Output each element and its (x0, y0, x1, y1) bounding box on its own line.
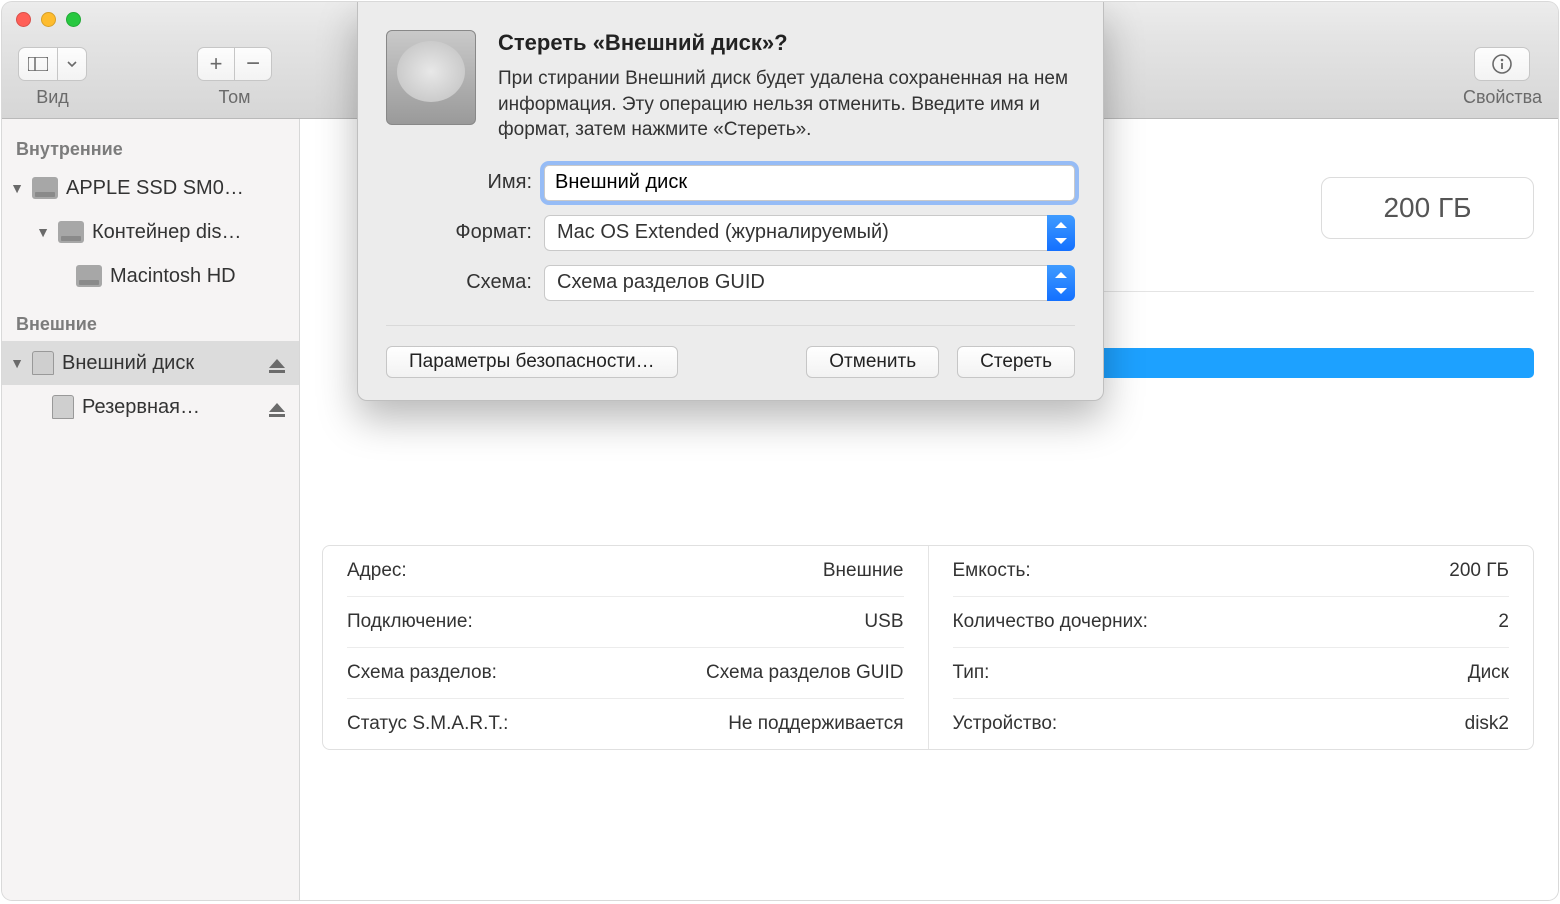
info-row-connection: Подключение:USB (347, 597, 904, 648)
eject-icon[interactable] (269, 359, 285, 368)
view-dropdown-button[interactable] (57, 47, 87, 81)
eject-icon[interactable] (269, 403, 285, 412)
select-caret-icon (1047, 265, 1075, 301)
cancel-button[interactable]: Отменить (806, 346, 939, 378)
info-row-capacity: Емкость:200 ГБ (953, 546, 1510, 597)
view-label: Вид (36, 87, 69, 108)
sheet-description: При стирании Внешний диск будет удалена … (498, 66, 1075, 143)
sidebar-item-label: APPLE SSD SM0… (66, 177, 244, 200)
info-row-scheme: Схема разделов:Схема разделов GUID (347, 648, 904, 699)
info-row-address: Адрес:Внешние (347, 546, 904, 597)
sidebar-item-apple-ssd[interactable]: ▼ APPLE SSD SM0… (2, 166, 299, 210)
sidebar-item-macintosh-hd[interactable]: Macintosh HD (2, 254, 299, 298)
info-panel: Адрес:Внешние Подключение:USB Схема разд… (322, 545, 1534, 750)
info-row-type: Тип:Диск (953, 648, 1510, 699)
capacity-badge: 200 ГБ (1321, 177, 1534, 239)
scheme-label: Схема: (386, 271, 544, 294)
sidebar-header-external: Внешние (2, 308, 299, 341)
sidebar-item-label: Macintosh HD (110, 265, 236, 288)
info-label: Свойства (1463, 87, 1542, 108)
volume-icon (76, 265, 102, 287)
name-input[interactable] (544, 165, 1075, 201)
security-options-button[interactable]: Параметры безопасности… (386, 346, 678, 378)
info-row-device: Устройство:disk2 (953, 699, 1510, 749)
sidebar-item-label: Контейнер dis… (92, 221, 241, 244)
internal-disk-icon (32, 177, 58, 199)
sidebar: Внутренние ▼ APPLE SSD SM0… ▼ Контейнер … (2, 119, 300, 900)
external-disk-icon (32, 351, 54, 375)
external-volume-icon (52, 395, 74, 419)
chevron-down-icon (67, 61, 77, 68)
sidebar-item-backup[interactable]: Резервная… (2, 385, 299, 429)
disclosure-triangle-icon[interactable]: ▼ (10, 180, 24, 196)
remove-volume-button[interactable]: − (234, 47, 272, 81)
info-row-children: Количество дочерних:2 (953, 597, 1510, 648)
scheme-select[interactable]: Схема разделов GUID (544, 265, 1075, 301)
sidebar-item-container[interactable]: ▼ Контейнер dis… (2, 210, 299, 254)
info-icon (1491, 53, 1513, 75)
erase-sheet: Стереть «Внешний диск»? При стирании Вне… (357, 2, 1104, 401)
format-select[interactable]: Mac OS Extended (журналируемый) (544, 215, 1075, 251)
container-disk-icon (58, 221, 84, 243)
volume-label: Том (219, 87, 251, 108)
view-sidebar-button[interactable] (18, 47, 58, 81)
minus-icon: − (246, 50, 260, 78)
sidebar-item-external-disk[interactable]: ▼ Внешний диск (2, 341, 299, 385)
sheet-title: Стереть «Внешний диск»? (498, 30, 1075, 56)
plus-icon: + (210, 51, 223, 77)
sidebar-item-label: Резервная… (82, 396, 200, 419)
info-button[interactable] (1474, 47, 1530, 81)
disclosure-triangle-icon[interactable]: ▼ (36, 224, 50, 240)
disclosure-triangle-icon[interactable]: ▼ (10, 355, 24, 371)
format-label: Формат: (386, 221, 544, 244)
hard-drive-icon (386, 30, 476, 125)
sidebar-item-label: Внешний диск (62, 352, 194, 375)
name-label: Имя: (386, 171, 544, 194)
add-volume-button[interactable]: + (197, 47, 235, 81)
sidebar-header-internal: Внутренние (2, 133, 299, 166)
sidebar-icon (28, 57, 48, 71)
select-caret-icon (1047, 215, 1075, 251)
app-window: Дисковая утилита Вид + − Том (2, 2, 1558, 900)
info-row-smart: Статус S.M.A.R.T.:Не поддерживается (347, 699, 904, 749)
erase-confirm-button[interactable]: Стереть (957, 346, 1075, 378)
